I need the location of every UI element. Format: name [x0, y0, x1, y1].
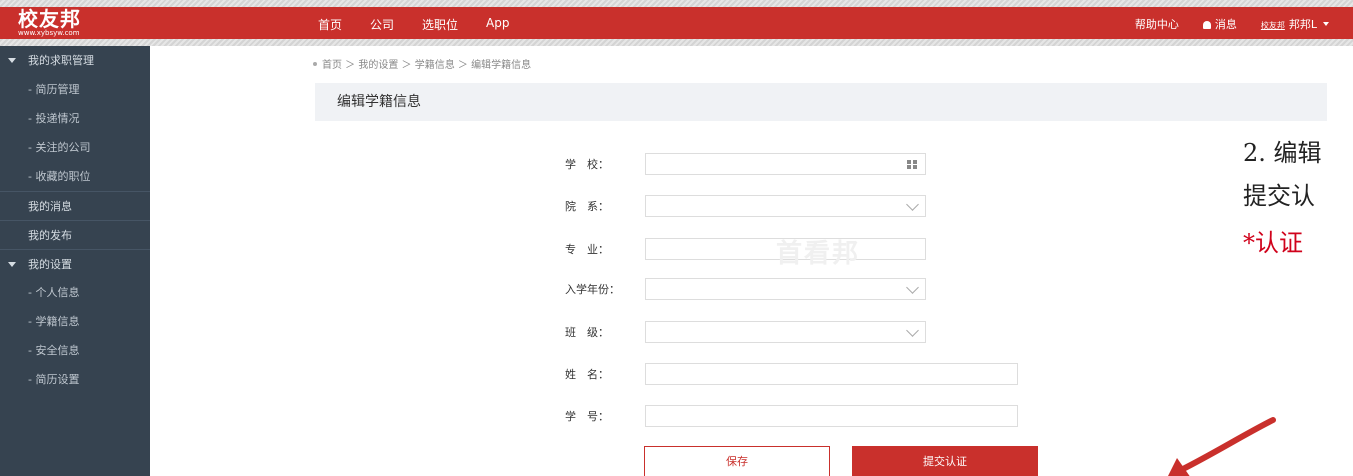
major-row: 专 业：: [565, 238, 926, 260]
submit-verification-button[interactable]: 提交认证: [852, 446, 1038, 476]
nav-home[interactable]: 首页: [318, 16, 342, 33]
enroll-year-label: 入学年份：: [565, 283, 620, 296]
class-row: 班 级：: [565, 321, 926, 343]
sidebar-group-job-management[interactable]: 我的求职管理: [0, 46, 150, 75]
sidebar-item-applications[interactable]: - 投递情况: [0, 104, 150, 133]
page-title: 编辑学籍信息: [315, 83, 1327, 121]
sidebar-group-settings[interactable]: 我的设置: [0, 249, 150, 278]
sidebar-item-posts[interactable]: 我的发布: [0, 220, 150, 249]
school-label: 学 校：: [565, 158, 609, 171]
main-nav: 首页 公司 选职位 App: [318, 16, 538, 33]
breadcrumb-current: 编辑学籍信息: [471, 60, 532, 71]
student-id-label: 学 号：: [565, 410, 609, 423]
breadcrumb-home[interactable]: 首页: [322, 60, 342, 71]
school-row: 学 校：: [565, 153, 926, 175]
messages-link[interactable]: 消息: [1202, 16, 1237, 32]
sidebar-item-security[interactable]: - 安全信息: [0, 336, 150, 365]
chevron-down-icon: [906, 198, 919, 211]
enroll-year-select[interactable]: [645, 278, 926, 300]
student-id-input[interactable]: [645, 405, 1018, 427]
sidebar-item-messages[interactable]: 我的消息: [0, 191, 150, 220]
user-nav: 帮助中心 消息 校友邦 邦邦L: [1111, 16, 1329, 32]
nav-app[interactable]: App: [486, 16, 509, 33]
chevron-down-icon: [906, 324, 919, 337]
sidebar: 我的求职管理 - 简历管理 - 投递情况 - 关注的公司 - 收藏的职位 我的消…: [0, 46, 150, 476]
sidebar-item-followed-companies[interactable]: - 关注的公司: [0, 133, 150, 162]
sidebar-item-saved-jobs[interactable]: - 收藏的职位: [0, 162, 150, 191]
student-id-row: 学 号：: [565, 405, 1018, 427]
bell-icon: [1202, 21, 1211, 29]
dot-icon: [313, 62, 317, 66]
school-input[interactable]: [645, 153, 926, 175]
site-logo[interactable]: 校友邦 www.xybsyw.com: [18, 9, 81, 37]
sidebar-item-resume-settings[interactable]: - 简历设置: [0, 365, 150, 394]
annotation-line-1: 2. 编辑: [1243, 139, 1322, 167]
chevron-down-icon: [1323, 22, 1329, 26]
name-label: 姓 名：: [565, 368, 609, 381]
watermark: 首看邦: [776, 239, 861, 269]
caret-down-icon: [8, 58, 16, 63]
department-select[interactable]: [645, 195, 926, 217]
avatar: 校友邦: [1260, 21, 1285, 30]
breadcrumb: 首页 ＞ 我的设置 ＞ 学籍信息 ＞ 编辑学籍信息: [313, 56, 531, 71]
main-content: 首页 ＞ 我的设置 ＞ 学籍信息 ＞ 编辑学籍信息 编辑学籍信息 学 校： 院 …: [150, 46, 1353, 476]
sidebar-item-resume[interactable]: - 简历管理: [0, 75, 150, 104]
sidebar-item-personal-info[interactable]: - 个人信息: [0, 278, 150, 307]
caret-down-icon: [8, 262, 16, 267]
help-center-link[interactable]: 帮助中心: [1135, 16, 1179, 32]
class-label: 班 级：: [565, 326, 609, 339]
chevron-down-icon: [906, 281, 919, 294]
breadcrumb-student-status[interactable]: 学籍信息: [415, 60, 455, 71]
breadcrumb-settings[interactable]: 我的设置: [358, 60, 398, 71]
department-row: 院 系：: [565, 195, 926, 217]
class-select[interactable]: [645, 321, 926, 343]
annotation-arrow-icon: [1168, 417, 1276, 476]
username: 邦邦L: [1288, 18, 1317, 31]
enroll-year-row: 入学年份：: [565, 278, 926, 300]
user-menu[interactable]: 校友邦 邦邦L: [1261, 16, 1329, 32]
top-navbar: 校友邦 www.xybsyw.com 首页 公司 选职位 App 帮助中心 消息…: [0, 7, 1353, 39]
annotation-line-3: *认证: [1243, 229, 1303, 257]
grid-icon[interactable]: [907, 160, 917, 169]
sidebar-item-student-status[interactable]: - 学籍信息: [0, 307, 150, 336]
name-input[interactable]: [645, 363, 1018, 385]
major-label: 专 业：: [565, 243, 609, 256]
save-button[interactable]: 保存: [644, 446, 830, 476]
name-row: 姓 名：: [565, 363, 1018, 385]
department-label: 院 系：: [565, 200, 609, 213]
annotation-line-2: 提交认: [1243, 182, 1315, 210]
nav-company[interactable]: 公司: [370, 16, 394, 33]
nav-jobs[interactable]: 选职位: [422, 16, 458, 33]
